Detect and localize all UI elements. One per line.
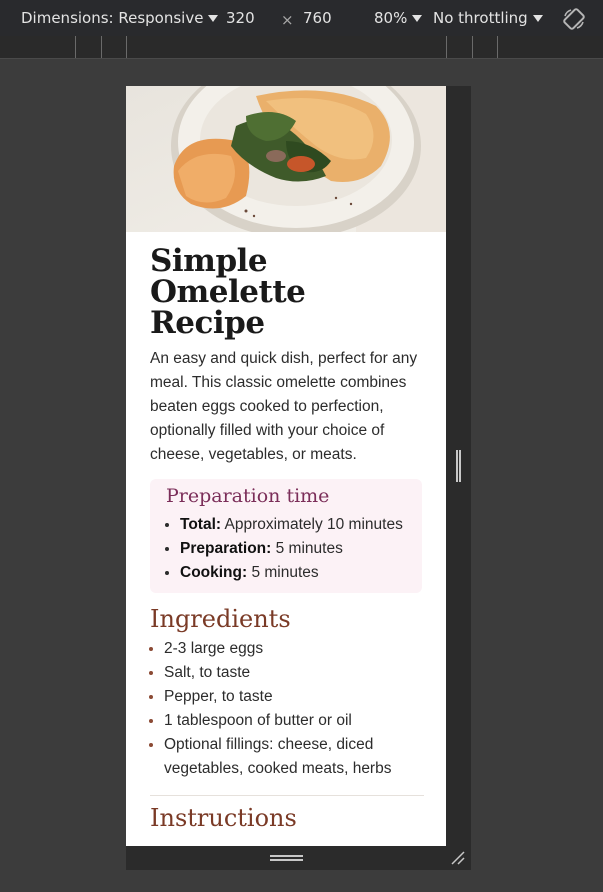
chevron-down-icon	[532, 14, 543, 22]
ruler-tick	[497, 36, 498, 58]
section-divider	[150, 795, 424, 796]
prep-label: Cooking:	[180, 564, 248, 581]
list-item: Preparation: 5 minutes	[180, 537, 406, 561]
dimensions-label: Dimensions: Responsive	[21, 9, 204, 27]
zoom-dropdown[interactable]: 80%	[374, 9, 423, 27]
prep-label: Total:	[180, 516, 222, 533]
prep-value: 5 minutes	[251, 564, 319, 581]
rotate-icon[interactable]	[562, 7, 586, 31]
list-item: 1 tablespoon of butter or oil	[164, 709, 424, 733]
list-item: Pepper, to taste	[164, 685, 424, 709]
prep-title: Preparation time	[166, 485, 330, 507]
ruler-tick	[101, 36, 102, 58]
list-item: Total: Approximately 10 minutes	[180, 513, 406, 537]
prep-value: 5 minutes	[275, 540, 343, 557]
prep-label: Preparation:	[180, 540, 272, 557]
prep-value: Approximately 10 minutes	[224, 516, 403, 533]
ruler-tick	[75, 36, 76, 58]
zoom-value: 80%	[374, 9, 408, 27]
recipe-content: Simple Omelette Recipe An easy and quick…	[150, 246, 424, 832]
ruler-tick	[472, 36, 473, 58]
list-item: Optional fillings: cheese, diced vegetab…	[164, 733, 424, 781]
omelette-image	[126, 86, 446, 232]
height-value: 760	[303, 9, 332, 27]
page-title: Simple Omelette Recipe	[150, 243, 306, 341]
times-icon: ×	[281, 11, 294, 29]
prep-list: Total: Approximately 10 minutes Preparat…	[166, 513, 406, 585]
ruler-tick	[446, 36, 447, 58]
corner-resize-icon[interactable]	[450, 850, 466, 870]
instructions-title: Instructions	[150, 804, 297, 832]
width-value: 320	[226, 9, 255, 27]
preparation-time-box: Preparation time Total: Approximately 10…	[150, 479, 422, 593]
throttling-label: No throttling	[433, 9, 528, 27]
list-item: 2-3 large eggs	[164, 637, 424, 661]
vertical-grip-icon[interactable]	[456, 450, 461, 482]
dimensions-dropdown[interactable]: Dimensions: Responsive	[21, 9, 219, 27]
device-viewport: Simple Omelette Recipe An easy and quick…	[126, 86, 446, 846]
list-item: Cooking: 5 minutes	[180, 561, 406, 585]
width-input[interactable]: 320	[226, 9, 255, 27]
ruler-tick	[126, 36, 127, 58]
chevron-down-icon	[208, 14, 219, 22]
horizontal-grip-icon[interactable]	[270, 855, 303, 861]
throttling-dropdown[interactable]: No throttling	[433, 9, 543, 27]
ingredients-list: 2-3 large eggs Salt, to taste Pepper, to…	[150, 637, 424, 781]
times-symbol: ×	[281, 11, 294, 29]
list-item: Salt, to taste	[164, 661, 424, 685]
ingredients-title: Ingredients	[150, 605, 291, 633]
recipe-description: An easy and quick dish, perfect for any …	[150, 350, 418, 463]
device-toolbar: Dimensions: Responsive 320 × 760 80% No …	[0, 0, 603, 36]
height-input[interactable]: 760	[303, 9, 332, 27]
chevron-down-icon	[412, 14, 423, 22]
media-query-ruler[interactable]	[0, 36, 603, 59]
